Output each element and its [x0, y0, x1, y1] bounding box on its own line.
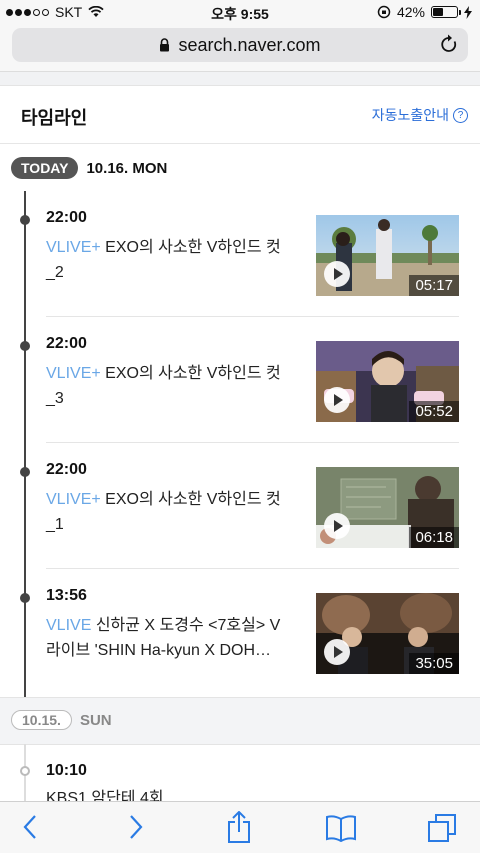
- item-title[interactable]: VLIVE+ EXO의 사소한 V하인드 컷 _2: [46, 235, 298, 285]
- timeline-item[interactable]: 22:00 VLIVE+ EXO의 사소한 V하인드 컷 _3 05:52: [0, 317, 480, 443]
- guide-label: 자동노출안내: [371, 107, 449, 123]
- item-channel-tag: VLIVE+: [46, 239, 101, 256]
- item-time: 10:10: [46, 762, 87, 779]
- video-duration: 05:52: [409, 401, 459, 422]
- timeline-bullet: [20, 341, 30, 351]
- play-icon[interactable]: [324, 387, 350, 413]
- item-title[interactable]: VLIVE 신하균 X 도경수 <7호실> V 라이브 'SHIN Ha-kyu…: [46, 613, 298, 663]
- url-text: search.naver.com: [178, 34, 321, 55]
- date-badge: 10.15.: [11, 710, 72, 730]
- day-header-past: 10.15. SUN: [0, 697, 480, 743]
- timeline-bullet: [20, 467, 30, 477]
- item-title[interactable]: VLIVE+ EXO의 사소한 V하인드 컷 _1: [46, 487, 298, 537]
- timeline-item[interactable]: 22:00 VLIVE+ EXO의 사소한 V하인드 컷 _2 05:17: [0, 191, 480, 317]
- share-icon[interactable]: [226, 811, 252, 843]
- timeline-bullet: [20, 215, 30, 225]
- video-thumbnail[interactable]: 05:17: [316, 215, 459, 296]
- day-header-today: TODAY 10.16. MON: [0, 145, 480, 191]
- timeline-bullet: [20, 593, 30, 603]
- day-weekday-label: SUN: [79, 711, 112, 729]
- video-duration: 35:05: [409, 653, 459, 674]
- section-divider: [0, 72, 480, 86]
- auto-exposure-guide-link[interactable]: 자동노출안내 ?: [372, 105, 468, 125]
- chevron-left-icon[interactable]: [22, 814, 38, 840]
- video-duration: 06:18: [409, 527, 459, 548]
- help-icon: ?: [453, 107, 468, 123]
- video-thumbnail[interactable]: 06:18: [316, 467, 459, 548]
- video-thumbnail[interactable]: 05:52: [316, 341, 459, 422]
- item-time: 13:56: [46, 587, 87, 604]
- play-icon[interactable]: [324, 513, 350, 539]
- charging-icon: [464, 5, 472, 19]
- browser-toolbar: [0, 801, 480, 853]
- lock-icon: [160, 38, 170, 52]
- item-time: 22:00: [46, 335, 87, 352]
- item-channel-tag: VLIVE+: [46, 365, 101, 382]
- timeline-bullet: [20, 766, 30, 776]
- timeline-item[interactable]: 10:10 KBS1 암단테 4회: [0, 744, 480, 804]
- timeline-header: 타임라인 자동노출안내 ?: [0, 86, 480, 144]
- section-title: 타임라인: [21, 108, 88, 128]
- reload-icon[interactable]: [440, 34, 458, 54]
- timeline-item[interactable]: 13:56 VLIVE 신하균 X 도경수 <7호실> V 라이브 'SHIN …: [0, 569, 480, 695]
- status-bar: SKT 오후 9:55 42%: [0, 0, 480, 24]
- item-channel-tag: VLIVE: [46, 617, 92, 634]
- timeline-item[interactable]: 22:00 VLIVE+ EXO의 사소한 V하인드 컷 _1 06:18: [0, 443, 480, 569]
- battery-percent: 42%: [396, 4, 425, 20]
- browser-address-area: search.naver.com: [0, 24, 480, 72]
- video-thumbnail[interactable]: 35:05: [316, 593, 459, 674]
- play-icon[interactable]: [324, 639, 350, 665]
- video-duration: 05:17: [409, 275, 459, 296]
- item-time: 22:00: [46, 461, 87, 478]
- day-date-label: 10.16. MON: [86, 159, 168, 177]
- tabs-icon[interactable]: [427, 813, 457, 843]
- play-icon[interactable]: [324, 261, 350, 287]
- orientation-lock-icon: [377, 5, 391, 19]
- item-title[interactable]: VLIVE+ EXO의 사소한 V하인드 컷 _3: [46, 361, 298, 411]
- chevron-right-icon[interactable]: [128, 814, 144, 840]
- address-bar[interactable]: search.naver.com: [12, 28, 468, 62]
- battery-icon: [431, 6, 461, 18]
- item-channel-tag: VLIVE+: [46, 491, 101, 508]
- book-icon[interactable]: [325, 814, 357, 842]
- today-badge: TODAY: [11, 157, 79, 179]
- item-time: 22:00: [46, 209, 87, 226]
